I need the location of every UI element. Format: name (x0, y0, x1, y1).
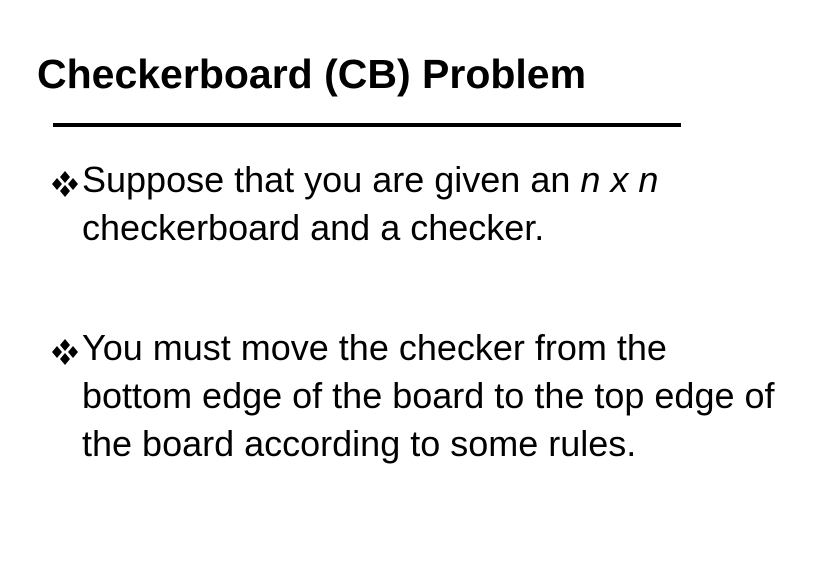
slide: Checkerboard (CB) Problem Suppose that y… (0, 0, 815, 582)
bullet-text-plain: Suppose that you are given an (82, 159, 581, 200)
four-diamond-bullet-icon (52, 171, 78, 197)
bullet-text-tail: checkerboard and a checker. (82, 207, 545, 248)
bullet-text-math: n x n (580, 159, 659, 200)
slide-title: Checkerboard (CB) Problem (37, 51, 587, 97)
bullet-text: Suppose that you are given an n x n check… (82, 156, 780, 252)
bullet-text: You must move the checker from the botto… (82, 327, 775, 464)
four-diamond-bullet-icon (52, 339, 78, 365)
bullet-item: Suppose that you are given an n x n check… (40, 156, 780, 252)
bullet-item: You must move the checker from the botto… (40, 324, 780, 468)
title-underline-divider (53, 123, 681, 127)
